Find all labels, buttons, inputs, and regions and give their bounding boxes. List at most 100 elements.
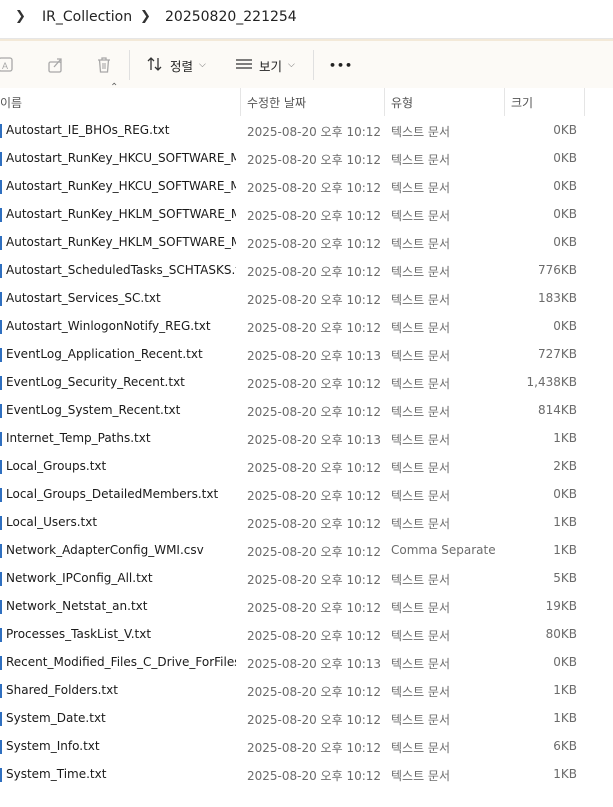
row-selection-marker (0, 628, 2, 642)
column-header-type[interactable]: 유형 (391, 94, 413, 111)
file-type: 텍스트 문서 (391, 685, 451, 699)
file-row[interactable]: Shared_Folders.txt 2025-08-20 오후 10:12 텍스트… (0, 677, 613, 705)
file-row[interactable]: Autostart_RunKey_HKLM_SOFTWARE_Mi... 2025… (0, 201, 613, 229)
file-name: Autostart_RunKey_HKCU_SOFTWARE_Mi... (6, 151, 236, 165)
file-name: EventLog_Security_Recent.txt (6, 375, 185, 389)
file-size: 0KB (553, 655, 577, 669)
file-row[interactable]: Local_Groups_DetailedMembers.txt 2025-08-… (0, 481, 613, 509)
file-row[interactable]: EventLog_System_Recent.txt 2025-08-20 오후 … (0, 397, 613, 425)
column-divider[interactable] (240, 88, 241, 116)
row-selection-marker (0, 488, 2, 502)
row-selection-marker (0, 712, 2, 726)
breadcrumb-item-ir-collection[interactable]: IR_Collection (42, 9, 132, 25)
share-icon[interactable] (46, 55, 66, 75)
file-name: Processes_TaskList_V.txt (6, 627, 152, 641)
file-row[interactable]: System_Info.txt 2025-08-20 오후 10:12 텍스트 문서… (0, 733, 613, 761)
toolbar-divider (129, 50, 130, 80)
column-divider[interactable] (384, 88, 385, 116)
file-size: 2KB (553, 459, 577, 473)
breadcrumb-item-current-folder[interactable]: 20250820_221254 (165, 9, 297, 25)
file-type: 텍스트 문서 (391, 237, 451, 251)
column-header-name[interactable]: 이름 (0, 94, 22, 111)
sort-button[interactable]: 정렬 ⌵ (146, 54, 206, 76)
file-size: 1KB (553, 515, 577, 529)
file-date: 2025-08-20 오후 10:12 (247, 489, 382, 503)
file-type: 텍스트 문서 (391, 377, 451, 391)
file-type: 텍스트 문서 (391, 489, 451, 503)
view-icon (235, 55, 253, 76)
file-row[interactable]: Network_IPConfig_All.txt 2025-08-20 오후 10… (0, 565, 613, 593)
file-date: 2025-08-20 오후 10:12 (247, 405, 382, 419)
file-type: 텍스트 문서 (391, 153, 451, 167)
file-type: 텍스트 문서 (391, 349, 451, 363)
file-size: 5KB (553, 571, 577, 585)
file-row[interactable]: Network_Netstat_an.txt 2025-08-20 오후 10:1… (0, 593, 613, 621)
file-size: 6KB (553, 739, 577, 753)
column-divider[interactable] (504, 88, 505, 116)
row-selection-marker (0, 236, 2, 250)
file-name: Shared_Folders.txt (6, 683, 118, 697)
file-type: 텍스트 문서 (391, 601, 451, 615)
row-selection-marker (0, 544, 2, 558)
file-row[interactable]: System_Date.txt 2025-08-20 오후 10:12 텍스트 문서… (0, 705, 613, 733)
file-date: 2025-08-20 오후 10:13 (247, 433, 382, 447)
file-size: 0KB (553, 235, 577, 249)
file-row[interactable]: Recent_Modified_Files_C_Drive_ForFiles.t… (0, 649, 613, 677)
file-date: 2025-08-20 오후 10:12 (247, 377, 382, 391)
column-header-size[interactable]: 크기 (511, 94, 533, 111)
file-row[interactable]: Autostart_RunKey_HKLM_SOFTWARE_Mi... 2025… (0, 229, 613, 257)
file-name: Autostart_RunKey_HKLM_SOFTWARE_Mi... (6, 235, 236, 249)
row-selection-marker (0, 348, 2, 362)
file-row[interactable]: Local_Users.txt 2025-08-20 오후 10:12 텍스트 문서… (0, 509, 613, 537)
row-selection-marker (0, 376, 2, 390)
view-button[interactable]: 보기 ⌵ (235, 54, 295, 76)
file-name: Network_IPConfig_All.txt (6, 571, 153, 585)
file-row[interactable]: EventLog_Application_Recent.txt 2025-08-2… (0, 341, 613, 369)
file-date: 2025-08-20 오후 10:12 (247, 629, 382, 643)
sort-label: 정렬 (170, 58, 194, 74)
file-date: 2025-08-20 오후 10:12 (247, 125, 382, 139)
file-row[interactable]: Internet_Temp_Paths.txt 2025-08-20 오후 10:… (0, 425, 613, 453)
chevron-right-icon[interactable]: ❯ (15, 9, 26, 24)
file-name: Autostart_ScheduledTasks_SCHTASKS.txt (6, 263, 236, 277)
row-selection-marker (0, 768, 2, 782)
file-date: 2025-08-20 오후 10:13 (247, 657, 382, 671)
row-selection-marker (0, 208, 2, 222)
file-size: 0KB (553, 123, 577, 137)
rename-icon[interactable]: A (0, 55, 16, 75)
column-header-date[interactable]: 수정한 날짜 (247, 94, 306, 111)
file-row[interactable]: Autostart_RunKey_HKCU_SOFTWARE_Mi... 2025… (0, 173, 613, 201)
file-name: Autostart_WinlogonNotify_REG.txt (6, 319, 211, 333)
file-name: System_Info.txt (6, 739, 100, 753)
file-row[interactable]: Autostart_ScheduledTasks_SCHTASKS.txt 202… (0, 257, 613, 285)
trash-icon[interactable] (94, 55, 114, 75)
file-row[interactable]: EventLog_Security_Recent.txt 2025-08-20 오… (0, 369, 613, 397)
file-type: 텍스트 문서 (391, 433, 451, 447)
file-size: 0KB (553, 179, 577, 193)
file-row[interactable]: Processes_TaskList_V.txt 2025-08-20 오후 10… (0, 621, 613, 649)
file-date: 2025-08-20 오후 10:12 (247, 209, 382, 223)
file-row[interactable]: Network_AdapterConfig_WMI.csv 2025-08-20 … (0, 537, 613, 565)
file-size: 0KB (553, 207, 577, 221)
file-row[interactable]: Autostart_IE_BHOs_REG.txt 2025-08-20 오후 1… (0, 117, 613, 145)
file-type: 텍스트 문서 (391, 713, 451, 727)
file-list: Autostart_IE_BHOs_REG.txt 2025-08-20 오후 1… (0, 117, 613, 789)
file-name: Network_AdapterConfig_WMI.csv (6, 543, 204, 557)
file-type: 텍스트 문서 (391, 209, 451, 223)
file-size: 0KB (553, 151, 577, 165)
file-date: 2025-08-20 오후 10:12 (247, 153, 382, 167)
row-selection-marker (0, 432, 2, 446)
file-row[interactable]: Autostart_RunKey_HKCU_SOFTWARE_Mi... 2025… (0, 145, 613, 173)
file-row[interactable]: Autostart_WinlogonNotify_REG.txt 2025-08-… (0, 313, 613, 341)
file-row[interactable]: Autostart_Services_SC.txt 2025-08-20 오후 1… (0, 285, 613, 313)
more-options-button[interactable]: ••• (329, 54, 353, 76)
file-row[interactable]: System_Time.txt 2025-08-20 오후 10:12 텍스트 문서… (0, 761, 613, 789)
file-date: 2025-08-20 오후 10:12 (247, 517, 382, 531)
file-row[interactable]: Local_Groups.txt 2025-08-20 오후 10:12 텍스트 문… (0, 453, 613, 481)
command-toolbar: A 정렬 ⌵ 보기 ⌵ ••• (0, 39, 613, 91)
chevron-right-icon[interactable]: ❯ (140, 9, 151, 24)
column-divider[interactable] (584, 88, 585, 116)
file-name: System_Time.txt (6, 767, 107, 781)
sort-icon (146, 55, 164, 76)
file-type: 텍스트 문서 (391, 405, 451, 419)
